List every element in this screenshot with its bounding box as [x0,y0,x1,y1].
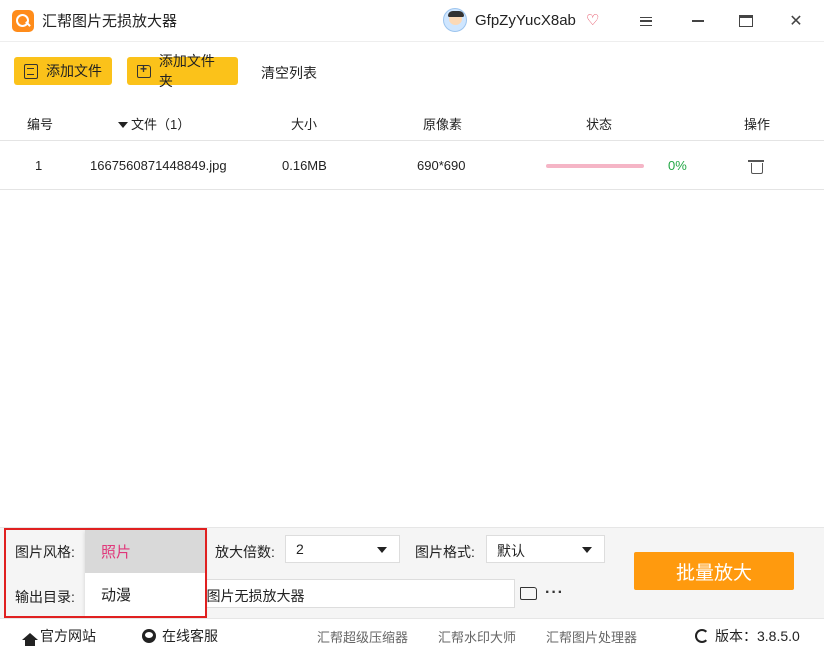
row-size: 0.16MB [282,158,327,173]
version-number: 3.8.5.0 [757,628,800,644]
title-bar: 汇帮图片无损放大器 GfpZyYucX8ab ♡ ✕ [0,0,824,42]
batch-enlarge-button[interactable]: 批量放大 [634,552,794,590]
scale-label: 放大倍数: [215,544,275,560]
trash-icon[interactable] [748,159,764,174]
avatar[interactable] [443,8,467,32]
header-size: 大小 [291,117,318,132]
row-file-name: 1667560871448849.jpg [90,158,227,173]
vip-heart-icon[interactable]: ♡ [586,11,599,29]
app-logo-icon [12,9,34,32]
version-label: 版本： [715,628,757,644]
official-site-link[interactable]: 官方网站 [22,626,96,646]
header-file[interactable]: 文件（1） [118,114,190,133]
chevron-down-icon [377,547,387,553]
row-pixels: 690*690 [417,158,466,173]
header-index: 编号 [27,117,54,132]
username[interactable]: GfpZyYucX8ab [475,12,576,29]
refresh-icon [695,629,709,643]
file-icon [24,63,38,79]
progress-bar [546,164,644,168]
format-value: 默认 [497,543,525,559]
close-icon[interactable]: ✕ [784,9,808,33]
headset-icon [142,629,156,643]
scale-value: 2 [296,541,304,557]
header-action: 操作 [744,117,771,132]
official-site-label: 官方网站 [40,628,96,644]
clear-list-button[interactable]: 清空列表 [261,63,317,83]
add-file-label: 添加文件 [46,63,102,79]
app-title: 汇帮图片无损放大器 [42,13,178,30]
footer-link-compressor[interactable]: 汇帮超级压缩器 [317,627,408,646]
home-icon [22,632,38,646]
folder-open-icon[interactable] [520,587,537,600]
maximize-icon[interactable] [734,9,758,33]
menu-icon[interactable] [634,9,658,33]
user-area[interactable]: GfpZyYucX8ab ♡ [443,8,599,32]
more-icon[interactable]: ··· [545,584,564,602]
sort-down-icon [118,122,128,128]
version-info[interactable]: 版本： 3.8.5.0 [695,626,800,646]
table-row[interactable]: 1 1667560871448849.jpg 0.16MB 690*690 0% [0,141,824,190]
scale-select[interactable]: 2 [285,535,400,563]
header-status: 状态 [586,117,613,132]
format-label: 图片格式: [415,544,475,560]
footer: 官方网站 在线客服 汇帮超级压缩器 汇帮水印大师 汇帮图片处理器 版本： 3.8… [0,618,824,650]
online-service-label: 在线客服 [162,628,218,644]
add-folder-label: 添加文件夹 [158,53,215,89]
progress-percent: 0% [668,158,687,173]
footer-link-watermark[interactable]: 汇帮水印大师 [438,627,516,646]
row-index: 1 [35,158,43,173]
add-file-button[interactable]: 添加文件 [14,57,112,85]
header-pixels: 原像素 [423,117,463,132]
format-select[interactable]: 默认 [486,535,605,563]
folder-add-icon [137,62,151,78]
highlight-box [4,528,207,618]
minimize-icon[interactable] [686,9,710,33]
online-service-link[interactable]: 在线客服 [142,626,218,646]
chevron-down-icon [582,547,592,553]
table-header: 编号 文件（1） 大小 原像素 状态 操作 [0,103,824,141]
add-folder-button[interactable]: 添加文件夹 [127,53,238,89]
footer-link-image-processor[interactable]: 汇帮图片处理器 [546,627,637,646]
